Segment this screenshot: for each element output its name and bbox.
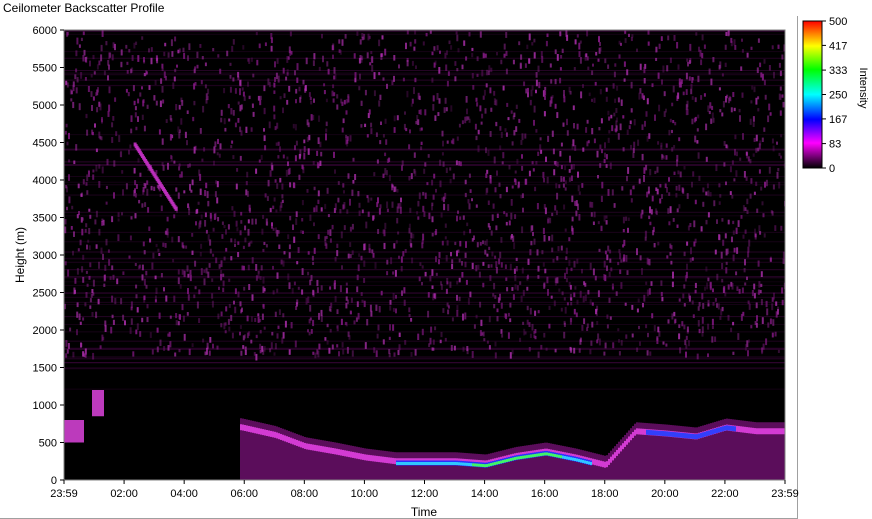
backscatter-chart: 0500100015002000250030003500400045005000…: [13, 16, 869, 519]
x-tick-label: 20:00: [651, 488, 679, 500]
y-tick-label: 1000: [33, 400, 57, 412]
x-tick-label: 16:00: [531, 488, 559, 500]
x-tick-label: 04:00: [170, 488, 198, 500]
y-axis-label: Height (m): [13, 227, 27, 283]
colorbar-tick-label: 250: [829, 90, 847, 102]
x-tick-label: 23:59: [50, 488, 78, 500]
plot-area: [63, 29, 786, 481]
x-tick-label: 12:00: [411, 488, 439, 500]
x-tick-label: 10:00: [351, 488, 379, 500]
y-tick-label: 5500: [33, 63, 57, 75]
y-tick-label: 0: [51, 475, 57, 487]
y-tick-label: 1500: [33, 363, 57, 375]
colorbar-tick-label: 500: [829, 16, 847, 28]
y-tick-label: 2000: [33, 325, 57, 337]
x-tick-label: 18:00: [591, 488, 619, 500]
x-tick-label: 02:00: [110, 488, 138, 500]
colorbar-tick-label: 83: [829, 139, 841, 151]
y-tick-label: 2500: [33, 288, 57, 300]
y-tick-label: 6000: [33, 25, 57, 37]
y-tick-label: 5000: [33, 100, 57, 112]
y-tick-label: 4500: [33, 138, 57, 150]
colorbar-tick-label: 333: [829, 65, 847, 77]
x-tick-label: 23:59: [771, 488, 799, 500]
x-tick-label: 14:00: [471, 488, 499, 500]
colorbar: 500 417 333 250 167 83 0 Intensity: [802, 16, 869, 175]
colorbar-tick-label: 167: [829, 114, 847, 126]
y-tick-label: 4000: [33, 175, 57, 187]
x-axis: 23:59 02:00 04:00 06:00 08:00 10:00 12:00 14:00…: [50, 480, 799, 500]
x-axis-label: Time: [411, 505, 438, 519]
x-tick-label: 06:00: [230, 488, 258, 500]
y-axis: 0 500 1000 1500 2000 2500 3000 3500 4000 4500 5000…: [33, 25, 64, 487]
x-tick-label: 22:00: [711, 488, 739, 500]
y-tick-label: 3000: [33, 250, 57, 262]
y-tick-label: 3500: [33, 213, 57, 225]
colorbar-gradient: [802, 20, 823, 169]
colorbar-label: Intensity: [857, 68, 869, 109]
y-tick-label: 500: [39, 438, 57, 450]
colorbar-tick-label: 0: [829, 163, 835, 175]
x-tick-label: 08:00: [291, 488, 319, 500]
colorbar-tick-label: 417: [829, 40, 847, 52]
